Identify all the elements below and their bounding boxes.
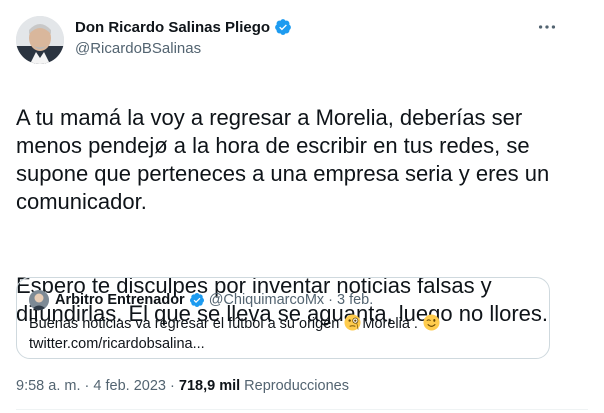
quoted-tweet-link[interactable]: twitter.com/ricardobsalina... [29, 336, 205, 352]
face-with-monocle-emoji-icon [344, 314, 361, 331]
meta-separator: · [170, 378, 175, 394]
author-name[interactable]: Don Ricardo Salinas Pliego [75, 19, 270, 36]
quoted-tweet-header: Arbitro Entrenador @ChiquimarcoMx · 3 fe… [29, 290, 373, 310]
author-avatar[interactable] [16, 16, 64, 64]
quoted-author-name[interactable]: Arbitro Entrenador [55, 292, 185, 308]
verified-badge-icon [275, 19, 291, 35]
views-count[interactable]: 718,9 mil [179, 378, 240, 394]
quoted-text-part-2: Morelia . [362, 316, 422, 332]
tweet-date[interactable]: 4 feb. 2023 [93, 378, 166, 394]
more-options-icon[interactable] [536, 16, 558, 38]
tweet-time[interactable]: 9:58 a. m. [16, 378, 80, 394]
tweet-metadata: 9:58 a. m. · 4 feb. 2023 · 718,9 mil Rep… [16, 378, 349, 394]
quoted-tweet-date[interactable]: 3 feb. [337, 292, 373, 308]
author-handle[interactable]: @RicardoBSalinas [75, 40, 201, 57]
winking-face-emoji-icon [423, 314, 440, 331]
quoted-separator: · [328, 292, 333, 308]
verified-badge-icon [189, 293, 204, 307]
author-name-row: Don Ricardo Salinas Pliego [75, 18, 292, 36]
quoted-tweet-text: Buenas noticias va regresar el fútbol a … [29, 314, 539, 354]
divider [16, 409, 588, 410]
quoted-author-handle[interactable]: @ChiquimarcoMx [209, 292, 324, 308]
tweet-paragraph-1: A tu mamá la voy a regresar a Morelia, d… [16, 105, 550, 214]
quoted-author-avatar[interactable] [29, 290, 49, 310]
meta-separator: · [84, 378, 90, 394]
quoted-tweet[interactable]: Arbitro Entrenador @ChiquimarcoMx · 3 fe… [16, 277, 550, 359]
views-label[interactable]: Reproducciones [244, 378, 349, 394]
quoted-text-part-1: Buenas noticias va regresar el fútbol a … [29, 316, 344, 332]
